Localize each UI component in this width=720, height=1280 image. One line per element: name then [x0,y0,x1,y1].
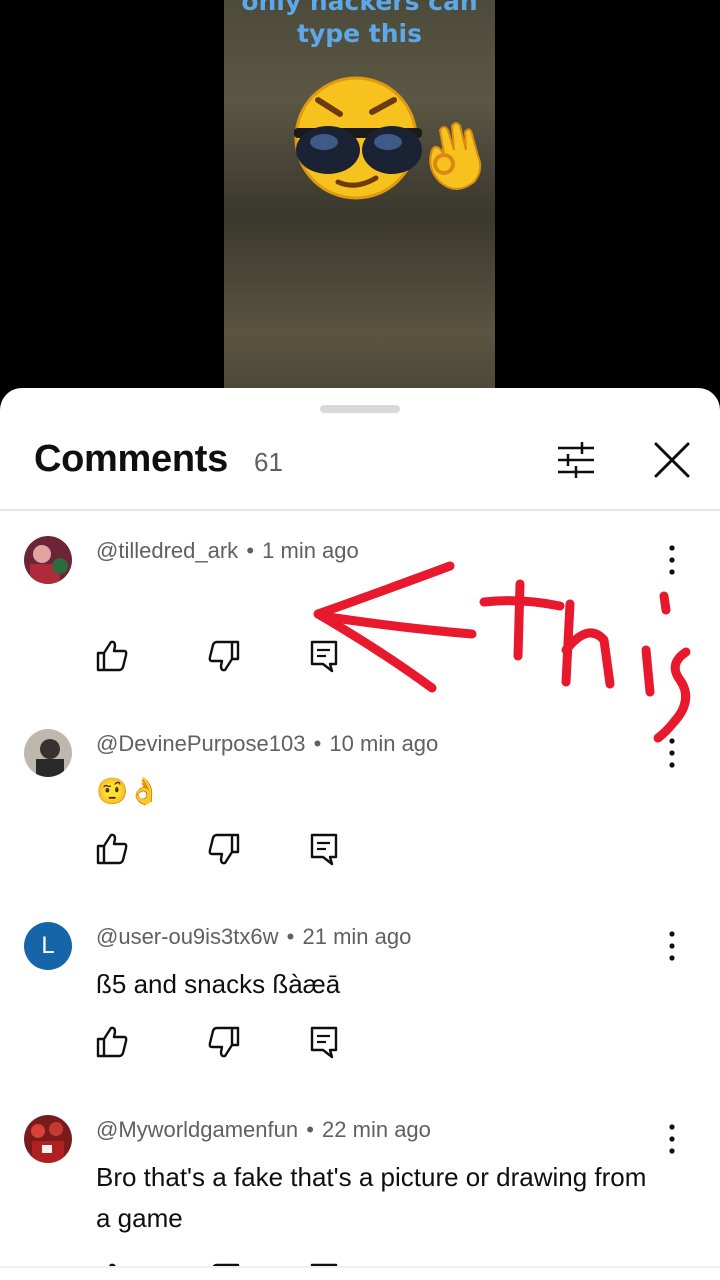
avatar-image [24,1115,72,1163]
comment-time: 1 min ago [262,538,359,563]
more-options-button[interactable] [660,735,684,771]
sunglasses-emoji-image [294,76,482,200]
video-caption: only hackers can type this [241,0,478,48]
reply-icon [310,640,338,673]
comment-text: 🤨👌 [96,776,161,806]
close-button[interactable] [648,436,696,484]
comment-author[interactable]: @user-ou9is3tx6w [96,924,279,949]
thumb-up-icon [96,1026,128,1058]
separator-dot: • [286,924,295,949]
separator-dot: • [313,731,322,756]
dislike-button[interactable] [206,638,242,674]
comment-text: Bro that's a fake that's a picture or dr… [96,1162,647,1233]
like-button[interactable] [94,831,130,867]
filter-icon [558,442,594,478]
thumb-down-icon [208,1026,240,1058]
thumb-down-icon [208,833,240,865]
comment-meta: @user-ou9is3tx6w • 21 min ago [96,924,411,950]
separator-dot: • [306,1117,314,1142]
comment-time: 22 min ago [322,1117,431,1142]
comment-meta: @Myworldgamenfun • 22 min ago [96,1117,431,1143]
more-options-button[interactable] [660,928,684,964]
comments-sheet: Comments 61 @tilledred_ark • 1 min ago @… [0,388,720,1280]
header-divider [0,509,720,511]
avatar[interactable] [24,1115,72,1163]
reply-icon [310,833,338,866]
reply-icon [310,1026,338,1059]
comment-text: ß5 and snacks ßàæā [96,969,341,999]
like-button[interactable] [94,638,130,674]
comment-meta: @tilledred_ark • 1 min ago [96,538,359,564]
avatar[interactable]: L [24,922,72,970]
comments-title: Comments [34,438,228,480]
comment-time: 10 min ago [329,731,439,756]
more-options-button[interactable] [660,542,684,578]
more-vert-icon [669,1124,675,1154]
more-options-button[interactable] [660,1121,684,1157]
bottom-edge [0,1266,720,1280]
more-vert-icon [669,931,675,961]
comment-item: @tilledred_ark • 1 min ago [0,536,720,726]
filter-button[interactable] [552,440,600,480]
avatar[interactable] [24,536,72,584]
comment-author[interactable]: @Myworldgamenfun [96,1117,298,1142]
comment-item: @DevinePurpose103 • 10 min ago 🤨👌 [0,729,720,919]
video-player[interactable]: only hackers can type this [224,0,495,390]
drag-handle[interactable] [320,405,400,413]
thumb-up-icon [96,640,128,672]
avatar-image [24,729,72,777]
reply-button[interactable] [306,831,342,867]
reply-button[interactable] [306,1024,342,1060]
thumb-up-icon [96,833,128,865]
close-icon [654,442,690,478]
separator-dot: • [246,538,255,563]
comment-author[interactable]: @DevinePurpose103 [96,731,305,756]
reply-button[interactable] [306,638,342,674]
screen: only hackers can type this Comments 61 @… [0,0,720,1280]
avatar[interactable] [24,729,72,777]
comment-item: @Myworldgamenfun • 22 min ago Bro that's… [0,1115,720,1280]
comment-item: L @user-ou9is3tx6w • 21 min ago ß5 and s… [0,922,720,1112]
like-button[interactable] [94,1024,130,1060]
comments-count: 61 [254,447,283,477]
dislike-button[interactable] [206,831,242,867]
dislike-button[interactable] [206,1024,242,1060]
comment-author[interactable]: @tilledred_ark [96,538,238,563]
more-vert-icon [669,545,675,575]
avatar-image [24,536,72,584]
thumb-down-icon [208,640,240,672]
comment-meta: @DevinePurpose103 • 10 min ago [96,731,438,757]
more-vert-icon [669,738,675,768]
comment-time: 21 min ago [302,924,412,949]
